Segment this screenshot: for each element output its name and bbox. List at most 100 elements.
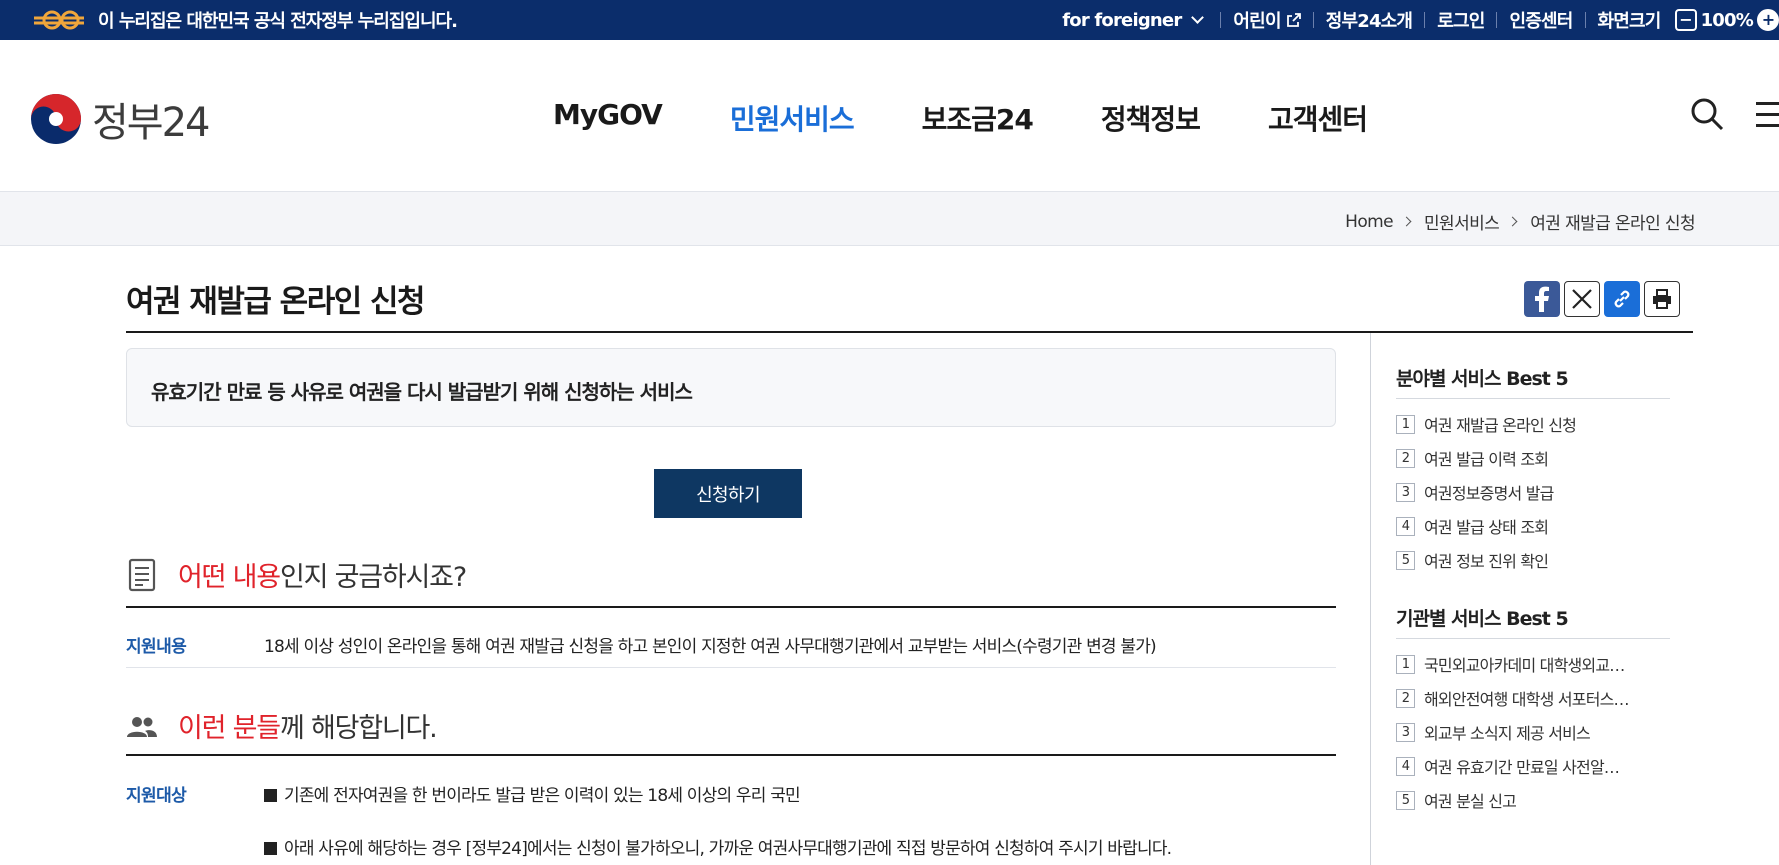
printer-icon (1653, 289, 1671, 309)
field-best5-item[interactable]: 1 여권 재발급 온라인 신청 (1396, 407, 1577, 441)
gov-notice-text: 이 누리집은 대한민국 공식 전자정부 누리집입니다. (98, 11, 458, 32)
rank-number: 4 (1396, 516, 1415, 536)
apply-button[interactable]: 신청하기 (654, 469, 802, 518)
main-nav: MyGOV 민원서비스 보조금24 정책정보 고객센터 (553, 98, 1435, 138)
support-content-text: 18세 이상 성인이 온라인을 통해 여권 재발급 신청을 하고 본인이 지정한… (264, 637, 1157, 657)
rank-number: 2 (1396, 448, 1415, 468)
section-what-heading: 어떤 내용 인지 궁금하시죠? (126, 555, 467, 594)
item-label: 여권 분실 신고 (1424, 792, 1517, 811)
row-divider (126, 667, 1336, 668)
rank-number: 1 (1396, 414, 1415, 434)
item-label: 해외안전여행 대학생 서포터스… (1424, 690, 1630, 709)
print-button[interactable] (1644, 281, 1680, 317)
screen-size-label: 화면크기 (1597, 11, 1662, 32)
square-bullet-icon (264, 789, 277, 802)
field-best5-item[interactable]: 3 여권정보증명서 발급 (1396, 475, 1576, 509)
section-divider (126, 606, 1336, 608)
item-label: 여권정보증명서 발급 (1424, 484, 1554, 503)
agency-best5-list: 1 국민외교아카데미 대학생외교… 2 해외안전여행 대학생 서포터스… 3 외교부 … (1396, 647, 1630, 817)
divider (1496, 12, 1498, 28)
facebook-icon (1535, 286, 1549, 312)
item-label: 여권 발급 이력 조회 (1424, 450, 1549, 469)
logo-text: 정부24 (92, 100, 210, 146)
divider (1584, 12, 1586, 28)
login-link[interactable]: 로그인 (1437, 7, 1485, 33)
x-share-button[interactable] (1564, 281, 1600, 317)
field-best5-list: 1 여권 재발급 온라인 신청 2 여권 발급 이력 조회 3 여권정보증명서 발급 … (1396, 407, 1577, 577)
item-label: 여권 유효기간 만료일 사전알… (1424, 758, 1620, 777)
zoom-level: 100% (1700, 9, 1754, 31)
rank-number: 3 (1396, 722, 1415, 742)
item-label: 외교부 소식지 제공 서비스 (1424, 724, 1591, 743)
site-header: 정부24 MyGOV 민원서비스 보조금24 정책정보 고객센터 (0, 40, 1779, 192)
breadcrumb: Home 민원서비스 여권 재발급 온라인 신청 (1345, 209, 1695, 235)
agency-best5-item[interactable]: 5 여권 분실 신고 (1396, 783, 1629, 817)
target-item-2: 아래 사유에 해당하는 경우 [정부24]에서는 신청이 불가하오니, 가까운 … (264, 834, 1172, 859)
rank-number: 3 (1396, 482, 1415, 502)
divider (1424, 12, 1426, 28)
agency-best5-item[interactable]: 3 외교부 소식지 제공 서비스 (1396, 715, 1629, 749)
field-best5-title: 분야별 서비스 Best 5 (1396, 368, 1569, 390)
breadcrumb-home[interactable]: Home (1345, 212, 1393, 232)
search-icon[interactable] (1690, 97, 1724, 131)
chevron-down-icon[interactable] (1191, 10, 1205, 24)
rank-number: 5 (1396, 550, 1415, 570)
chevron-right-icon (1401, 216, 1412, 227)
nav-customer-center[interactable]: 고객센터 (1268, 98, 1368, 138)
nav-civil-service[interactable]: 민원서비스 (730, 98, 855, 138)
service-summary-box: 유효기간 만료 등 사유로 여권을 다시 발급받기 위해 신청하는 서비스 (126, 348, 1336, 427)
facebook-share-button[interactable] (1524, 281, 1560, 317)
field-best5-item[interactable]: 5 여권 정보 진위 확인 (1396, 543, 1576, 577)
cert-center-link[interactable]: 인증센터 (1509, 7, 1573, 33)
agency-best5-title: 기관별 서비스 Best 5 (1396, 608, 1569, 630)
sidebar-divider (1370, 333, 1371, 865)
share-buttons (1524, 281, 1680, 317)
about-link[interactable]: 정부24소개 (1326, 7, 1413, 33)
service-summary: 유효기간 만료 등 사유로 여권을 다시 발급받기 위해 신청하는 서비스 (151, 380, 693, 404)
item-label: 여권 발급 상태 조회 (1424, 518, 1549, 537)
gov-notice: 이 누리집은 대한민국 공식 전자정부 누리집입니다. (30, 7, 458, 33)
nav-mygov[interactable]: MyGOV (553, 98, 663, 138)
item-label: 국민외교아카데미 대학생외교… (1424, 656, 1625, 675)
chevron-right-icon (1507, 216, 1518, 227)
zoom-in-button[interactable]: + (1757, 9, 1779, 31)
external-link-icon (1286, 13, 1301, 27)
field-best5-item[interactable]: 4 여권 발급 상태 조회 (1396, 509, 1576, 543)
field-best5-item[interactable]: 2 여권 발급 이력 조회 (1396, 441, 1576, 475)
divider (1312, 12, 1314, 28)
target-item-1: 기존에 전자여권을 한 번이라도 발급 받은 이력이 있는 18세 이상의 우리… (264, 781, 801, 806)
square-bullet-icon (264, 842, 277, 855)
people-icon (127, 716, 157, 737)
hamburger-menu-icon[interactable] (1756, 102, 1779, 128)
support-content-label: 지원내용 (126, 637, 187, 657)
side-divider (1396, 638, 1670, 639)
egov-logo-icon (34, 10, 84, 30)
copy-link-button[interactable] (1604, 281, 1640, 317)
target-item-1-text: 기존에 전자여권을 한 번이라도 발급 받은 이력이 있는 18세 이상의 우리… (284, 786, 801, 806)
zoom-out-button[interactable]: − (1674, 9, 1697, 31)
site-logo[interactable]: 정부24 (30, 90, 210, 148)
breadcrumb-bar: Home 민원서비스 여권 재발급 온라인 신청 (0, 192, 1779, 246)
agency-best5-item[interactable]: 1 국민외교아카데미 대학생외교… (1396, 647, 1629, 681)
agency-best5-item[interactable]: 4 여권 유효기간 만료일 사전알… (1396, 749, 1629, 783)
nav-policy-info[interactable]: 정책정보 (1101, 98, 1201, 138)
section-what-rest: 인지 궁금하시죠? (279, 562, 467, 593)
item-label: 여권 재발급 온라인 신청 (1424, 416, 1577, 435)
kids-link[interactable]: 어린이 (1233, 7, 1281, 33)
target-label: 지원대상 (126, 786, 187, 806)
section-what-highlight: 어떤 내용 (178, 562, 281, 593)
breadcrumb-civil-service[interactable]: 민원서비스 (1424, 209, 1500, 234)
section-divider (126, 754, 1336, 756)
page-title: 여권 재발급 온라인 신청 (126, 284, 426, 320)
section-who-highlight: 이런 분들 (178, 713, 281, 744)
divider (1220, 12, 1222, 28)
agency-best5-item[interactable]: 2 해외안전여행 대학생 서포터스… (1396, 681, 1630, 715)
link-icon (1614, 290, 1630, 308)
for-foreigner-link[interactable]: for foreigner (1062, 10, 1182, 31)
nav-subsidy24[interactable]: 보조금24 (922, 98, 1034, 138)
gov-banner: 이 누리집은 대한민국 공식 전자정부 누리집입니다. for foreigne… (0, 0, 1779, 40)
item-label: 여권 정보 진위 확인 (1424, 552, 1549, 571)
x-logo-icon (1572, 289, 1592, 309)
rank-number: 5 (1396, 790, 1415, 810)
section-who-heading: 이런 분들 께 해당합니다. (126, 706, 438, 745)
